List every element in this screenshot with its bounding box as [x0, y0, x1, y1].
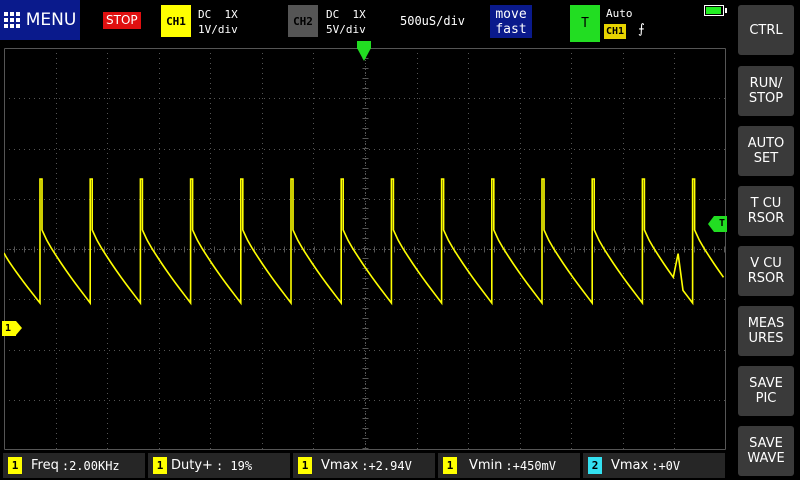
ch2-coupling: DC 1X [326, 8, 366, 21]
move-mode-line2: fast [495, 22, 527, 37]
v-cursor-button[interactable]: V CU RSOR [738, 246, 794, 296]
measurement-item[interactable]: 1 Vmin :+450mV [438, 453, 580, 478]
battery-level [706, 7, 722, 14]
move-mode-button[interactable]: move fast [490, 5, 532, 38]
measures-button[interactable]: MEAS URES [738, 306, 794, 356]
scope-canvas [4, 48, 726, 450]
measurement-item[interactable]: 1 Freq :2.00KHz [3, 453, 145, 478]
measurement-value: :+0V [651, 458, 681, 473]
measurement-label: Vmax [611, 458, 649, 473]
grid [4, 48, 726, 450]
measurement-value: :+2.94V [361, 458, 412, 473]
measurement-value: :+450mV [505, 458, 556, 473]
run-stop-button[interactable]: RUN/ STOP [738, 66, 794, 116]
menu-label: MENU [25, 10, 77, 30]
run-state-badge[interactable]: STOP [103, 12, 141, 29]
measurement-label: Duty+ [171, 458, 213, 473]
ch2-settings[interactable]: DC 1X 5V/div [326, 7, 366, 37]
battery-icon [704, 5, 727, 16]
move-mode-line1: move [495, 7, 527, 22]
ctrl-button[interactable]: CTRL [738, 5, 794, 55]
measurement-item[interactable]: 1 Vmax :+2.94V [293, 453, 435, 478]
measurement-item[interactable]: 1 Duty+ : 19% [148, 453, 290, 478]
waveform-display[interactable] [4, 48, 726, 450]
rising-edge-icon: ⨍ [638, 22, 645, 37]
ch2-scale: 5V/div [326, 23, 366, 36]
measurement-item[interactable]: 2 Vmax :+0V [583, 453, 725, 478]
trigger-source[interactable]: CH1 [604, 24, 627, 39]
channel-badge: 1 [153, 457, 167, 474]
channel-badge: 1 [298, 457, 312, 474]
save-pic-button[interactable]: SAVE PIC [738, 366, 794, 416]
menu-button[interactable]: MENU [0, 0, 80, 40]
ch1-waveform [4, 178, 725, 306]
save-wave-button[interactable]: SAVE WAVE [738, 426, 794, 476]
ch1-offset-marker[interactable]: 1 [2, 321, 22, 336]
measurement-label: Freq [31, 458, 59, 473]
channel-badge: 1 [8, 457, 22, 474]
ch1-settings[interactable]: DC 1X 1V/div [198, 7, 238, 37]
trigger-level-marker[interactable]: T [708, 216, 727, 232]
ch1-scale: 1V/div [198, 23, 238, 36]
ch1-coupling: DC 1X [198, 8, 238, 21]
timebase-setting[interactable]: 500uS/div [400, 14, 465, 28]
measurement-label: Vmin [469, 458, 503, 473]
trigger-position-marker[interactable] [357, 41, 371, 61]
auto-set-button[interactable]: AUTO SET [738, 126, 794, 176]
trigger-mode[interactable]: Auto [606, 7, 633, 20]
channel-badge: 2 [588, 457, 602, 474]
measurement-value: :2.00KHz [61, 458, 120, 473]
t-cursor-button[interactable]: T CU RSOR [738, 186, 794, 236]
trigger-badge[interactable]: T [570, 5, 600, 42]
measurement-value: : 19% [215, 458, 253, 473]
ch1-badge[interactable]: CH1 [161, 5, 191, 37]
channel-badge: 1 [443, 457, 457, 474]
measurement-label: Vmax [321, 458, 359, 473]
grid-icon [3, 12, 20, 28]
ch2-badge[interactable]: CH2 [288, 5, 318, 37]
